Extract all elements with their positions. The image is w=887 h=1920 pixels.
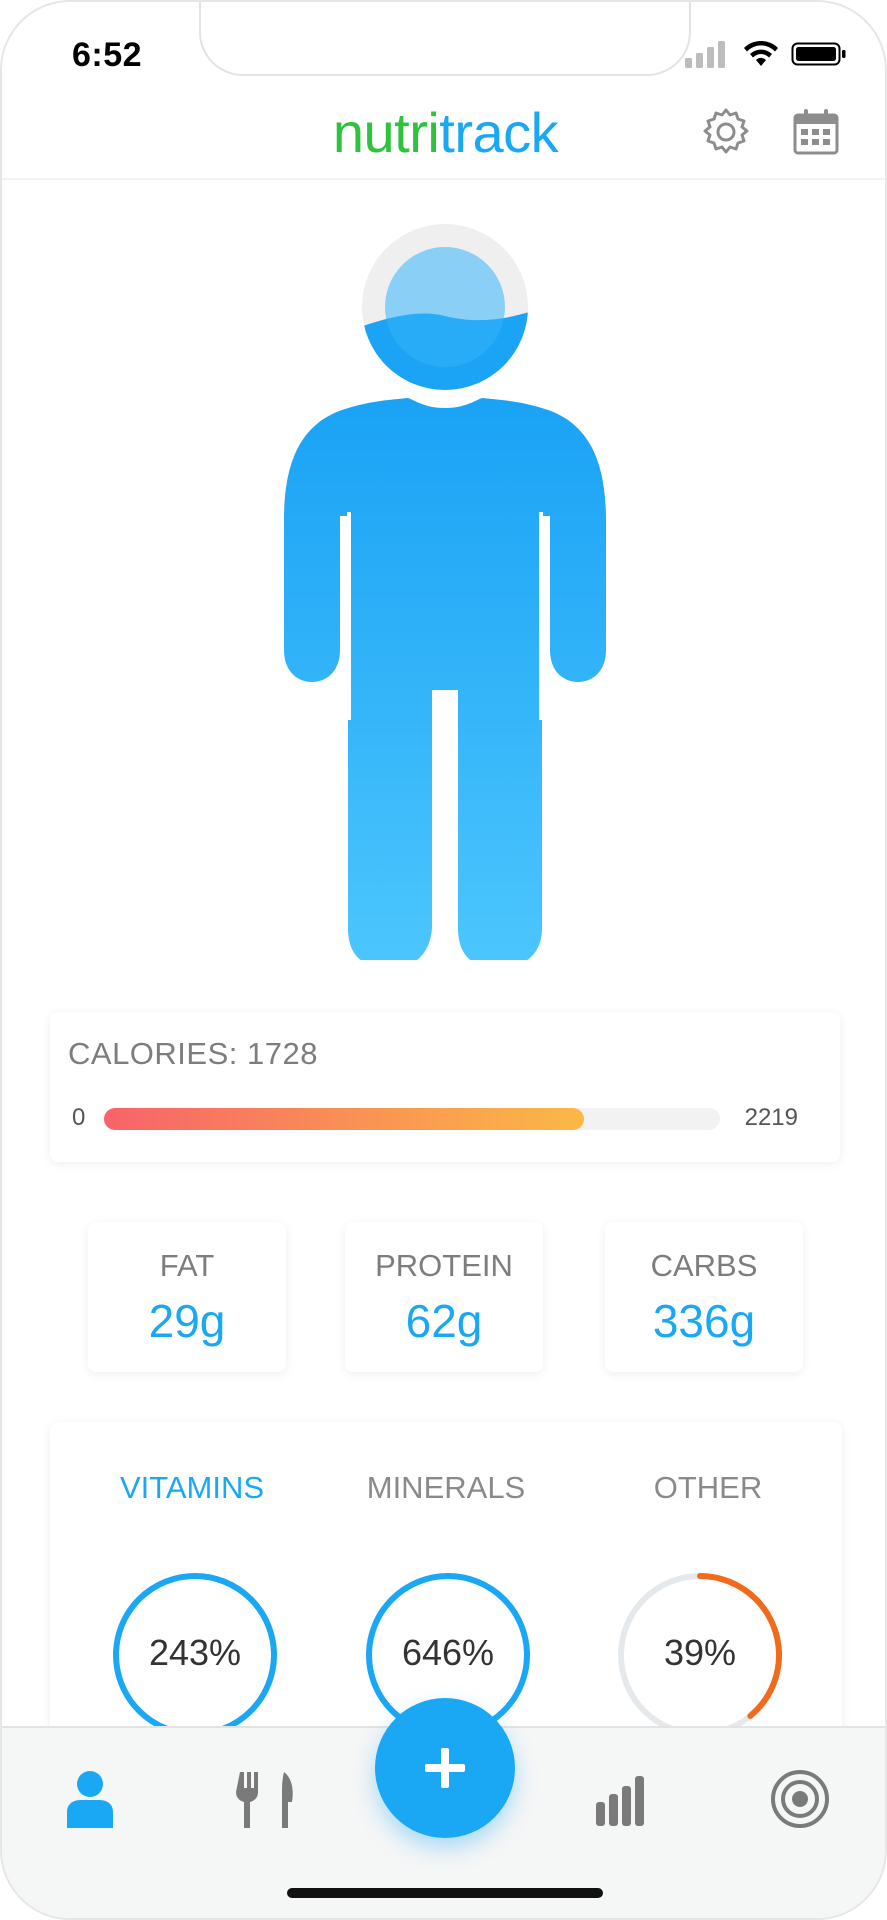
device-notch — [199, 2, 691, 76]
macro-card-fat[interactable]: FAT 29g — [88, 1222, 286, 1372]
tab-vitamins[interactable]: VITAMINS — [82, 1470, 302, 1506]
fork-knife-icon — [236, 1772, 293, 1828]
person-icon — [67, 1771, 113, 1828]
app-header: nutritrack — [2, 94, 885, 180]
calories-label: CALORIES: 1728 — [68, 1036, 318, 1071]
add-button[interactable] — [375, 1698, 515, 1838]
nav-meals[interactable] — [232, 1764, 302, 1834]
gauge-value: 243% — [148, 1632, 242, 1673]
target-icon — [771, 1770, 829, 1828]
nav-stats[interactable] — [587, 1764, 657, 1834]
wifi-icon — [744, 40, 778, 66]
bar-chart-icon — [596, 1776, 644, 1826]
gauge-value: 646% — [401, 1632, 495, 1673]
status-icons — [685, 40, 847, 68]
calendar-icon — [793, 109, 839, 155]
phone-screen: 6:52 nutritrack CALORIES: 1728 0 2219 FA… — [0, 0, 887, 1920]
macro-value: 29g — [148, 1295, 226, 1347]
nav-goals[interactable] — [765, 1764, 835, 1834]
calendar-button[interactable] — [790, 106, 842, 158]
gear-icon — [703, 108, 749, 154]
cellular-signal-icon — [685, 41, 725, 68]
calories-progress-fill — [104, 1108, 584, 1130]
home-indicator — [287, 1888, 603, 1898]
body-figure — [284, 224, 606, 960]
gauge-value: 39% — [663, 1632, 737, 1673]
calories-max: 2219 — [744, 1104, 798, 1131]
add-icon — [425, 1748, 465, 1788]
macro-card-protein[interactable]: PROTEIN 62g — [345, 1222, 543, 1372]
gauge-vitamin[interactable]: 243% — [110, 1570, 280, 1740]
macro-label: FAT — [159, 1248, 215, 1283]
calories-progress-track — [104, 1108, 720, 1130]
macro-label: CARBS — [650, 1248, 758, 1283]
macro-card-carbs[interactable]: CARBS 336g — [605, 1222, 803, 1372]
app-logo: nutritrack — [2, 100, 885, 165]
tab-minerals[interactable]: MINERALS — [336, 1470, 556, 1506]
tab-other[interactable]: OTHER — [598, 1470, 818, 1506]
settings-button[interactable] — [700, 106, 752, 158]
logo-part-track: track — [439, 101, 559, 164]
body-head — [362, 224, 528, 390]
battery-icon — [791, 42, 846, 66]
macro-value: 62g — [405, 1295, 483, 1347]
macro-label: PROTEIN — [375, 1248, 513, 1283]
macro-value: 336g — [652, 1295, 756, 1347]
nav-profile[interactable] — [55, 1764, 125, 1834]
logo-part-nutri: nutri — [332, 101, 440, 164]
calories-card[interactable]: CALORIES: 1728 0 2219 — [50, 1012, 840, 1162]
gauge-other[interactable]: 39% — [615, 1570, 785, 1740]
status-time: 6:52 — [72, 36, 143, 74]
calories-min: 0 — [72, 1104, 86, 1131]
